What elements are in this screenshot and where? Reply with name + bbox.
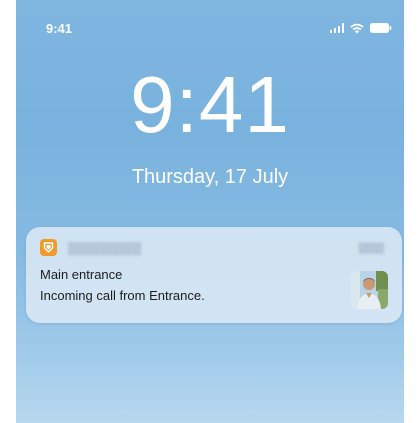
battery-icon [370, 23, 392, 33]
cellular-signal-icon [329, 23, 344, 33]
lock-screen-clock: 9:41 [130, 60, 290, 149]
notification-title: Main entrance [40, 267, 123, 282]
wifi-icon [350, 23, 364, 34]
notification-header: ▇▇▇▇▇▇▇ ▇▇▇ [40, 239, 388, 257]
door-app-icon [40, 239, 57, 256]
notification-body: Incoming call from Entrance. [40, 288, 205, 303]
status-icons [329, 21, 393, 35]
call-notification[interactable]: ▇▇▇▇▇▇▇ ▇▇▇ Main entrance Incoming call … [26, 227, 402, 323]
lock-screen-date: Thursday, 17 July [131, 166, 289, 188]
status-bar: 9:41 [16, 0, 404, 50]
notification-app-name-blurred: ▇▇▇▇▇▇▇ [68, 240, 142, 255]
notification-time-blurred: ▇▇▇ [358, 242, 384, 254]
status-time: 9:41 [46, 21, 73, 36]
caller-photo-thumbnail [350, 271, 388, 309]
lock-screen: 9:41 9:41 Thursday, 17 July ▇▇▇▇▇▇▇ ▇▇▇ … [16, 0, 404, 423]
